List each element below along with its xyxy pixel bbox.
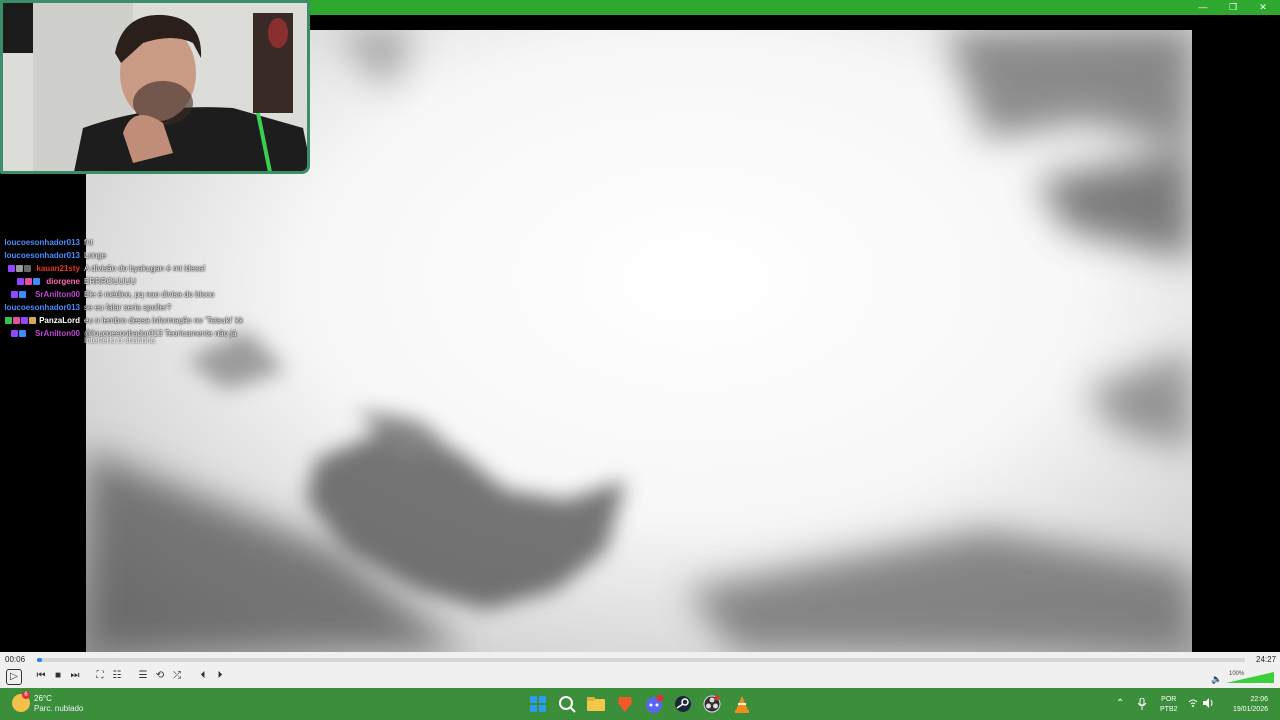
fullscreen-button[interactable]: ⛶ — [93, 669, 107, 683]
tray-chevron-icon[interactable]: ⌃ — [1116, 698, 1124, 709]
wifi-icon[interactable] — [1188, 698, 1198, 710]
chat-message-text: eu n lembro dessa informação no 'Tatsuki… — [84, 316, 244, 325]
weather-badge: 6 — [22, 691, 30, 699]
chat-username[interactable]: loucoesonhador013 — [0, 301, 80, 314]
chat-message-text: fnt — [84, 238, 93, 247]
total-time: 24:27 — [1256, 655, 1277, 664]
weather-description[interactable]: Parc. nublado — [34, 704, 83, 713]
chat-username[interactable]: SrAnilton00 — [0, 288, 80, 301]
chat-username[interactable]: kauan21sty — [0, 262, 80, 275]
chat-message-text: Longe — [84, 251, 107, 260]
keyboard-layout: PTB2 — [1160, 706, 1178, 713]
chat-message-text: ERRROUUUU — [84, 277, 136, 286]
chat-username[interactable]: loucoesonhador013 — [0, 236, 80, 249]
streamer-webcam-image — [3, 3, 307, 171]
volume-icon[interactable]: 🔈 — [1210, 672, 1224, 686]
shuffle-button[interactable]: ⤮ — [170, 669, 184, 683]
current-time: 00:06 — [5, 655, 26, 664]
seek-progress — [37, 658, 42, 662]
chat-overlay: loucoesonhador013 fnt loucoesonhador013 Lon… — [0, 236, 260, 340]
clock-time: 22:06 — [1250, 696, 1268, 703]
previous-button[interactable]: ⏮ — [34, 669, 48, 683]
chat-message: loucoesonhador013 Longe — [0, 249, 260, 262]
taskbar: 6 26°C Parc. nublado ⌃ POR PTB2 22:06 19… — [0, 688, 1280, 720]
chat-username[interactable]: loucoesonhador013 — [0, 249, 80, 262]
chat-username[interactable]: SrAnilton00 — [0, 327, 80, 340]
chat-message: loucoesonhador013 fnt — [0, 236, 260, 249]
chat-message: loucoesonhador013 se eu falar seria spoil… — [0, 301, 260, 314]
minimize-button[interactable]: — — [1188, 0, 1218, 15]
chat-message-text: A divisão do byakugan é mt idesa! — [84, 264, 206, 273]
chat-continuation-text: Interferiu o sharinha — [84, 336, 156, 345]
clock[interactable]: 22:06 19/01/2026 — [1226, 695, 1268, 715]
extended-settings-button[interactable]: ☷ — [110, 669, 124, 683]
chat-username[interactable]: PanzaLord — [0, 314, 80, 327]
weather-temperature[interactable]: 26°C — [34, 694, 52, 703]
webcam-overlay — [0, 0, 310, 174]
player-controls: 00:06 24:27 ▷ ⏮ ■ ⏭ ⛶ ☷ ☰ ⟲ ⤮ ⏴ ⏵ 🔈 100% — [0, 652, 1280, 688]
chat-message: diorgene ERRROUUUU — [0, 275, 260, 288]
next-button[interactable]: ⏭ — [68, 669, 82, 683]
speaker-icon[interactable] — [1203, 698, 1215, 710]
chat-message: PanzaLord eu n lembro dessa informação no… — [0, 314, 260, 327]
chat-message-text: Ele é médico, pq nao divisa do bloco — [84, 290, 215, 299]
chat-username[interactable]: diorgene — [0, 275, 80, 288]
seek-bar[interactable] — [37, 658, 1245, 662]
chat-message: SrAnilton00 Ele é médico, pq nao divisa d… — [0, 288, 260, 301]
loop-button[interactable]: ⟲ — [153, 669, 167, 683]
volume-slider[interactable] — [1226, 672, 1274, 683]
vlc-icon[interactable] — [732, 694, 752, 714]
obs-icon[interactable] — [702, 694, 722, 714]
microphone-icon[interactable] — [1137, 697, 1147, 712]
start-icon[interactable] — [528, 694, 548, 714]
file-explorer-icon[interactable] — [586, 694, 606, 714]
clock-date: 19/01/2026 — [1232, 706, 1268, 713]
maximize-button[interactable]: ❐ — [1218, 0, 1248, 15]
playlist-button[interactable]: ☰ — [136, 669, 150, 683]
chat-message: kauan21sty A divisão do byakugan é mt ide… — [0, 262, 260, 275]
brave-browser-icon[interactable] — [615, 694, 635, 714]
steam-icon[interactable] — [673, 694, 693, 714]
stop-button[interactable]: ■ — [51, 669, 65, 683]
language-code: POR — [1161, 696, 1177, 703]
discord-icon[interactable] — [644, 694, 664, 714]
close-button[interactable]: ✕ — [1248, 0, 1278, 15]
frame-back-button[interactable]: ⏴ — [196, 669, 210, 683]
play-button[interactable]: ▷ — [6, 669, 22, 685]
frame-forward-button[interactable]: ⏵ — [213, 669, 227, 683]
search-icon[interactable] — [557, 694, 577, 714]
language-indicator[interactable]: POR PTB2 — [1160, 695, 1178, 715]
chat-message-text: se eu falar seria spoiler? — [84, 303, 172, 312]
